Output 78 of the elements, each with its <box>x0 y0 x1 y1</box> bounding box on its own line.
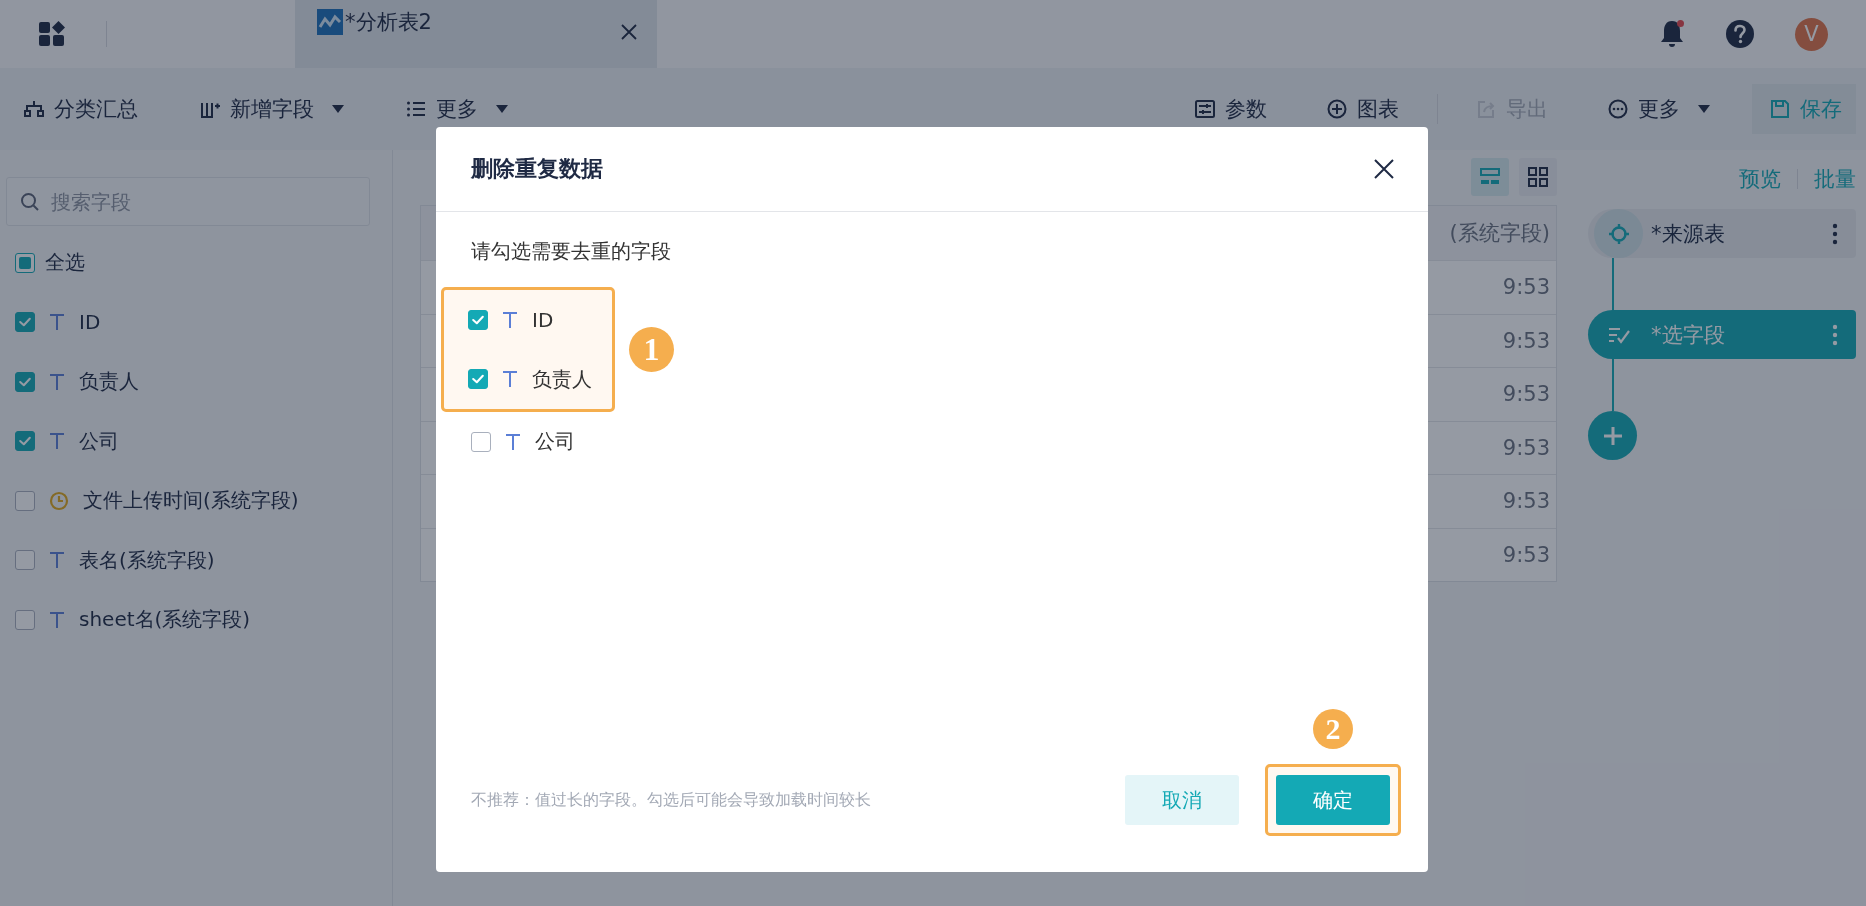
field-label: ID <box>79 310 101 335</box>
field-label: 表名(系统字段) <box>79 546 215 574</box>
toolbar-button[interactable]: 新增字段 <box>200 95 344 123</box>
plus-icon <box>1602 425 1623 446</box>
toolbar-button[interactable]: 参数 <box>1195 95 1267 123</box>
checkbox[interactable] <box>15 490 35 511</box>
field-label: 负责人 <box>79 368 139 396</box>
chart-icon <box>317 9 343 35</box>
clock-icon <box>49 490 69 511</box>
toolbar-button[interactable]: 更多 <box>1608 95 1710 123</box>
user-avatar[interactable]: V <box>1795 17 1828 51</box>
list-view-button[interactable] <box>1471 158 1509 196</box>
flow-node[interactable]: *来源表 <box>1588 209 1856 258</box>
more-vertical-icon[interactable] <box>1832 323 1838 346</box>
field-label: 文件上传时间(系统字段) <box>83 487 299 515</box>
text-type-icon <box>505 432 521 451</box>
text-type-icon <box>49 372 65 391</box>
grid-view-icon <box>1527 166 1549 188</box>
table-cell-text: 9:53 <box>1501 381 1551 409</box>
checklist-icon <box>1607 325 1630 344</box>
toolbar-button[interactable]: 图表 <box>1327 95 1399 123</box>
confirm-button[interactable]: 确定 <box>1276 775 1390 825</box>
table-cell-text: 9:53 <box>1501 488 1551 516</box>
toolbar-button[interactable]: 分类汇总 <box>24 95 138 123</box>
hint-text: 不推荐：值过长的字段。勾选后可能会导致加载时间较长 <box>471 789 872 811</box>
table-cell-text: 9:53 <box>1501 274 1551 302</box>
add-circle-icon <box>1327 99 1347 119</box>
caret-icon <box>332 105 344 113</box>
save-icon <box>1770 99 1790 119</box>
field-label: 公司 <box>535 428 575 456</box>
search-field[interactable]: 搜索字段 <box>6 177 370 226</box>
checkbox[interactable] <box>468 309 488 330</box>
toolbar-button[interactable]: 更多 <box>406 95 508 123</box>
step-badge: 2 <box>1313 709 1353 749</box>
checkbox[interactable] <box>15 550 35 571</box>
grid-view-button[interactable] <box>1519 158 1557 196</box>
crosshair-icon <box>1607 222 1630 245</box>
step-badge: 1 <box>629 327 674 372</box>
field-label: sheet名(系统字段) <box>79 606 251 634</box>
field-label: 负责人 <box>532 365 592 393</box>
field-label: ID <box>532 307 554 332</box>
checkbox[interactable] <box>471 431 491 452</box>
caret-icon <box>496 105 508 113</box>
text-type-icon <box>49 610 65 629</box>
close-button[interactable] <box>1374 159 1394 179</box>
checkbox[interactable] <box>15 371 35 392</box>
select-all-label[interactable]: 全选 <box>45 249 85 277</box>
checkbox[interactable] <box>15 431 35 452</box>
add-node-button[interactable] <box>1588 411 1637 460</box>
checkbox[interactable] <box>15 252 35 273</box>
table-cell-text: 9:53 <box>1501 327 1551 355</box>
hierarchy-icon <box>24 99 44 119</box>
table-cell-text: 9:53 <box>1501 541 1551 569</box>
document-tab[interactable]: *分析表2 <box>295 0 657 68</box>
checkbox[interactable] <box>15 609 35 630</box>
dialog-title: 删除重复数据 <box>471 155 604 183</box>
list-icon <box>406 99 426 119</box>
checkbox[interactable] <box>468 369 488 390</box>
cancel-button[interactable]: 取消 <box>1125 775 1239 825</box>
text-type-icon <box>49 432 65 451</box>
close-icon[interactable] <box>621 24 637 40</box>
text-type-icon <box>502 370 518 389</box>
help-icon[interactable] <box>1725 19 1755 49</box>
bell-icon[interactable] <box>1659 19 1685 49</box>
more-icon <box>1608 99 1628 119</box>
prompt-text: 请勾选需要去重的字段 <box>471 238 672 265</box>
more-vertical-icon[interactable] <box>1832 222 1838 245</box>
caret-icon <box>1698 105 1710 113</box>
text-type-icon <box>49 313 65 332</box>
column-header: (系统字段) <box>1448 220 1551 247</box>
checkbox[interactable] <box>15 312 35 333</box>
text-type-icon <box>49 551 65 570</box>
table-cell-text: 9:53 <box>1501 434 1551 462</box>
app-grid-icon[interactable] <box>38 20 66 48</box>
field-label: 公司 <box>79 427 119 455</box>
search-icon <box>20 192 40 212</box>
sliders-icon <box>1195 99 1215 119</box>
text-type-icon <box>502 310 518 329</box>
